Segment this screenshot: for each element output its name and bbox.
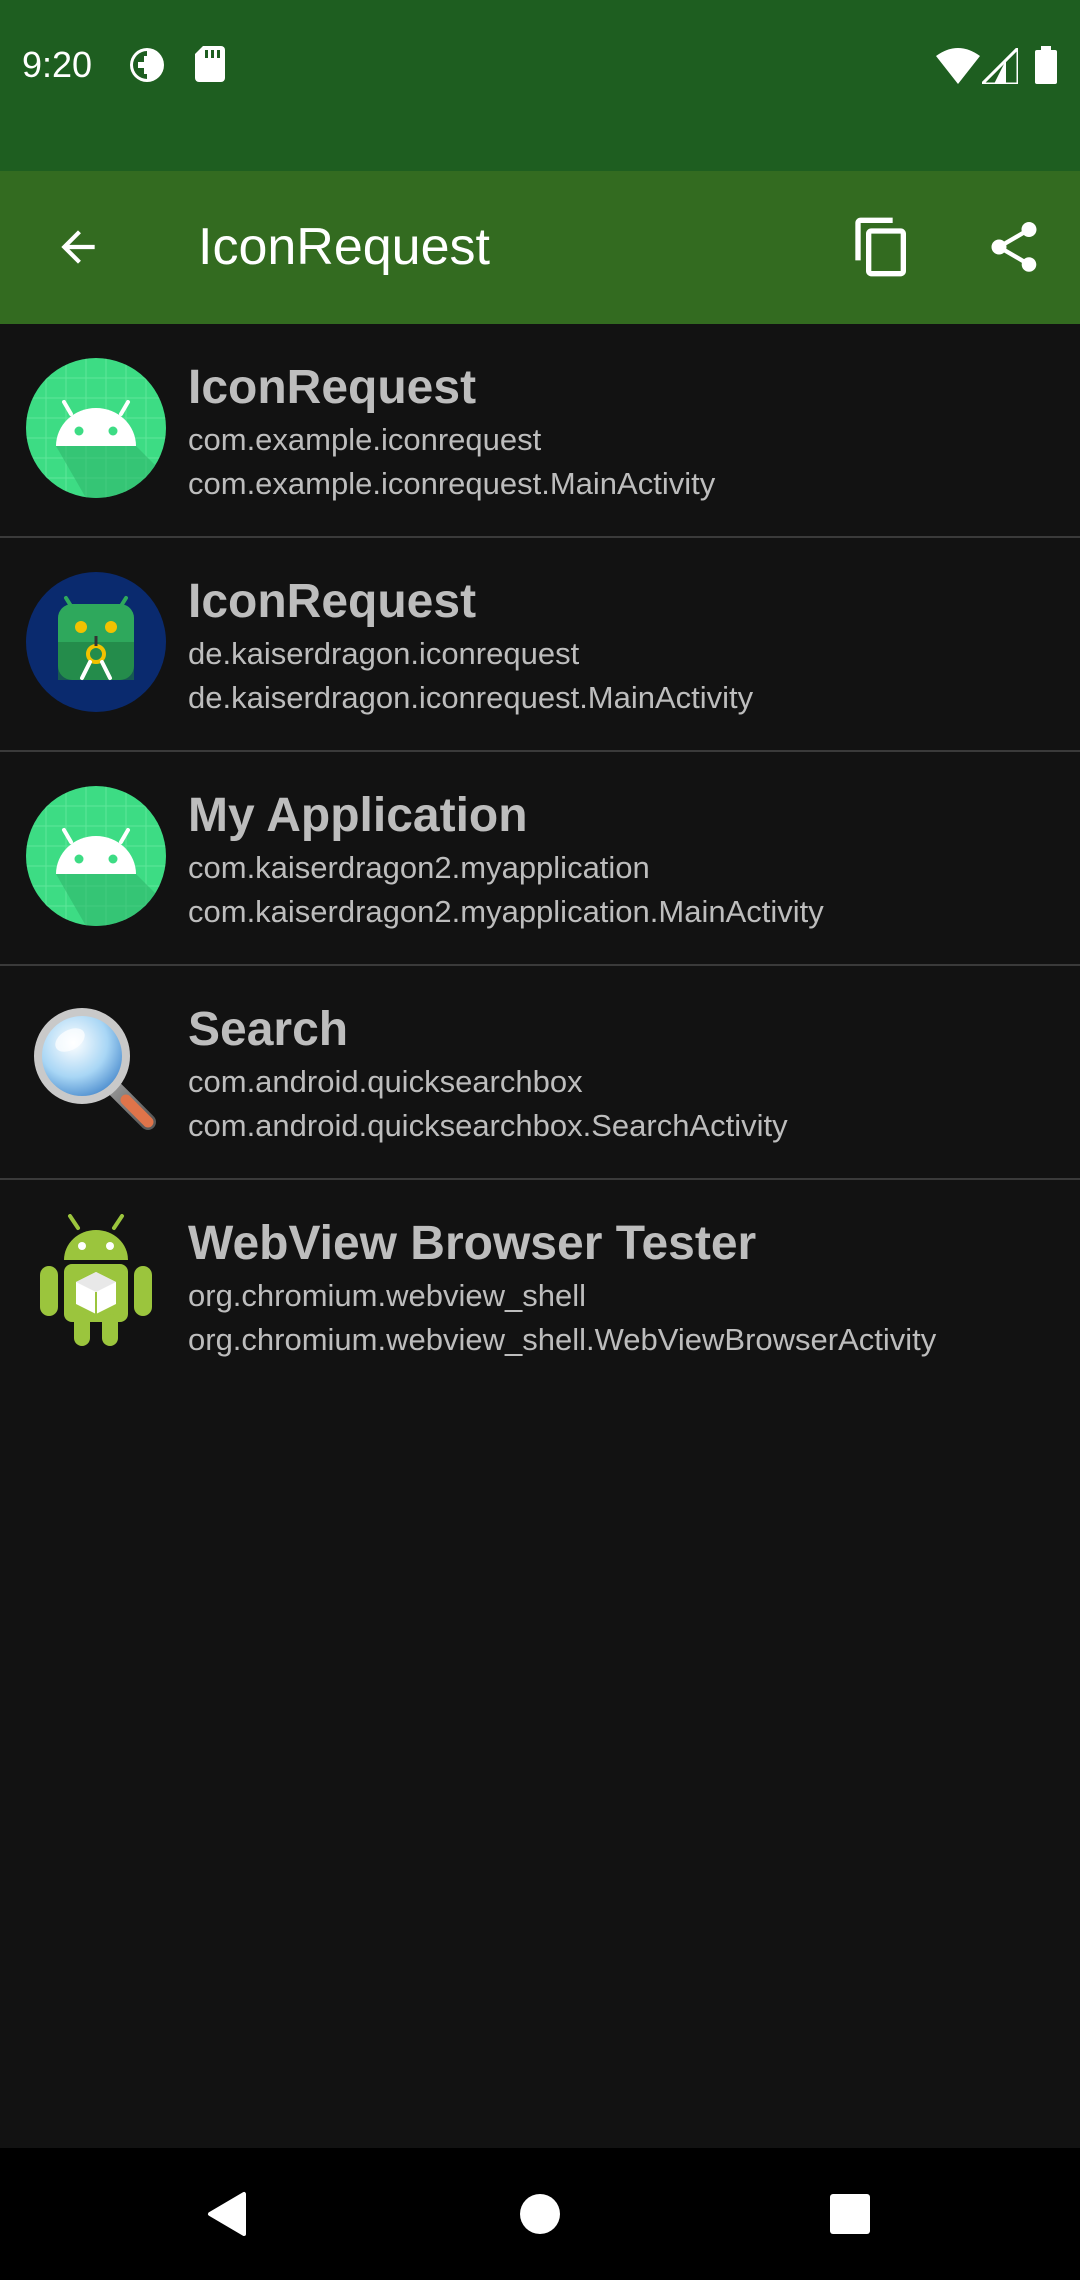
- android-robot-icon: [40, 1214, 152, 1346]
- list-item[interactable]: Search com.android.quicksearchbox com.an…: [0, 966, 1080, 1180]
- android-default-icon: [26, 358, 166, 498]
- nav-recents-button[interactable]: [810, 2174, 890, 2254]
- back-button[interactable]: [40, 209, 116, 285]
- app-package: org.chromium.webview_shell: [188, 1278, 586, 1313]
- nav-home-button[interactable]: [500, 2174, 580, 2254]
- android-default-icon: [26, 786, 166, 926]
- list-item[interactable]: IconRequest com.example.iconrequest com.…: [0, 324, 1080, 538]
- app-name: My Application: [188, 789, 528, 842]
- nav-recents-icon: [830, 2194, 870, 2234]
- copy-button[interactable]: [842, 207, 922, 287]
- app-list: IconRequest com.example.iconrequest com.…: [0, 324, 1080, 1394]
- app-activity: com.android.quicksearchbox.SearchActivit…: [188, 1108, 788, 1143]
- share-button[interactable]: [974, 207, 1054, 287]
- app-name: Search: [188, 1003, 349, 1056]
- arrow-back-icon: [61, 230, 95, 264]
- app-activity: com.example.iconrequest.MainActivity: [188, 466, 716, 501]
- app-name: IconRequest: [188, 361, 477, 414]
- nav-home-icon: [520, 2194, 560, 2234]
- screen: 9:20 IconRequest IconRequest com.example…: [0, 0, 1080, 2280]
- app-package: com.android.quicksearchbox: [188, 1064, 583, 1099]
- signal-icon: [978, 44, 1020, 89]
- page-title: IconRequest: [198, 218, 490, 276]
- sd-card-icon: [195, 46, 225, 87]
- status-time: 9:20: [22, 44, 93, 85]
- app-activity: com.kaiserdragon2.myapplication.MainActi…: [188, 894, 824, 929]
- app-package: de.kaiserdragon.iconrequest: [188, 636, 580, 671]
- status-bar: 9:20: [0, 0, 1080, 171]
- app-bar: IconRequest: [0, 171, 1080, 324]
- nav-back-button[interactable]: [186, 2174, 266, 2254]
- share-icon: [991, 222, 1037, 272]
- app-activity: org.chromium.webview_shell.WebViewBrowse…: [188, 1322, 937, 1357]
- app-package: com.example.iconrequest: [188, 422, 542, 457]
- battery-icon: [1035, 46, 1057, 89]
- app-name: IconRequest: [188, 575, 477, 628]
- magnifier-icon: [34, 1008, 156, 1130]
- iconrequest-app-icon: [26, 572, 166, 712]
- wifi-icon: [936, 48, 980, 89]
- list-item[interactable]: IconRequest de.kaiserdragon.iconrequest …: [0, 538, 1080, 752]
- app-activity: de.kaiserdragon.iconrequest.MainActivity: [188, 680, 754, 715]
- copy-icon: [855, 217, 906, 277]
- app-name: WebView Browser Tester: [188, 1217, 757, 1270]
- nav-back-icon: [208, 2192, 246, 2236]
- data-saver-icon: [128, 46, 166, 89]
- list-item[interactable]: My Application com.kaiserdragon2.myappli…: [0, 752, 1080, 966]
- navigation-bar: [0, 2148, 1080, 2280]
- app-package: com.kaiserdragon2.myapplication: [188, 850, 650, 885]
- list-item[interactable]: WebView Browser Tester org.chromium.webv…: [0, 1180, 1080, 1394]
